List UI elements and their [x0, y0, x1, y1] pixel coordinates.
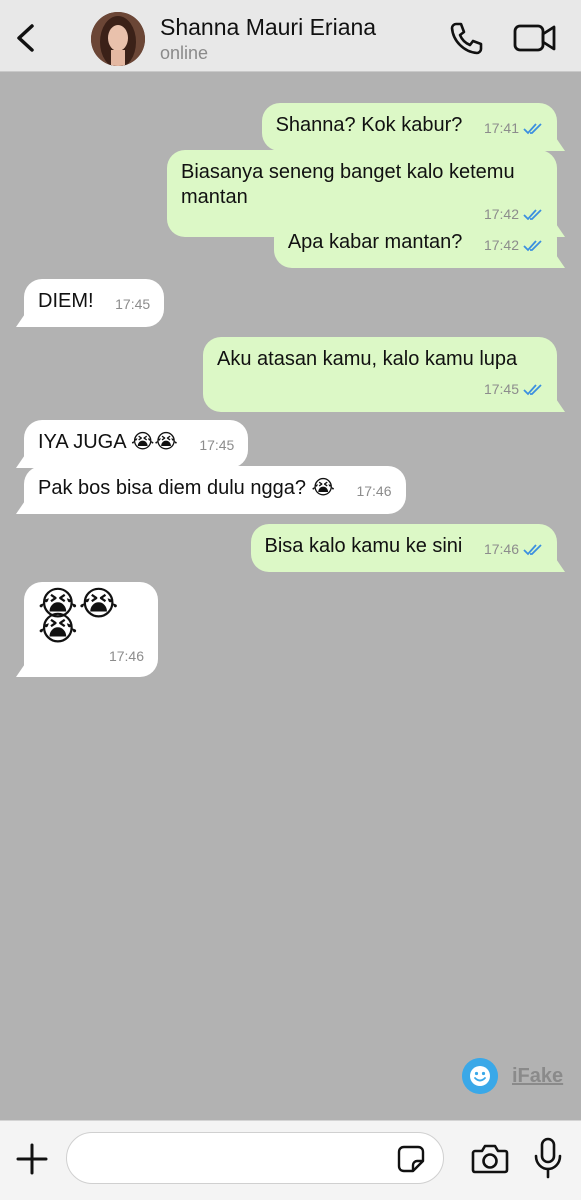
message-text: Apa kabar mantan?	[287, 231, 463, 253]
read-ticks-icon	[523, 383, 542, 395]
message-bubble-outgoing[interactable]: Apa kabar mantan? 17:42	[273, 220, 557, 268]
message-bubble-outgoing[interactable]: Aku atasan kamu, kalo kamu lupa 17:45	[203, 337, 557, 412]
camera-icon[interactable]	[470, 1141, 510, 1177]
message-bubble-outgoing[interactable]: Bisa kalo kamu ke sini 17:46	[250, 524, 557, 572]
read-ticks-icon	[523, 122, 542, 134]
message-text: Shanna? Kok kabur?	[275, 114, 463, 136]
message-text: Pak bos bisa diem dulu ngga? 😭	[38, 477, 335, 499]
message-text: IYA JUGA 😭😭	[38, 431, 178, 453]
ifake-logo-icon	[462, 1058, 498, 1094]
message-meta: 17:46	[356, 479, 391, 504]
message-meta: 17:42	[484, 233, 543, 258]
message-time: 17:45	[199, 437, 235, 453]
message-meta: 17:46	[484, 537, 543, 562]
message-time: 17:46	[356, 483, 392, 499]
message-meta: 17:41	[484, 116, 543, 141]
contact-status: online	[160, 43, 209, 63]
watermark-text: iFake	[512, 1064, 564, 1087]
composer-bar	[0, 1120, 581, 1200]
message-time: 17:45	[483, 381, 519, 397]
message-time: 17:46	[108, 648, 144, 664]
message-time: 17:41	[483, 120, 519, 136]
ifake-watermark: iFake	[462, 1058, 563, 1094]
phone-icon[interactable]	[446, 18, 486, 58]
message-time: 17:42	[483, 237, 519, 253]
message-bubble-incoming[interactable]: 😭😭😭 17:46	[24, 582, 158, 677]
read-ticks-icon	[523, 239, 542, 251]
mic-icon[interactable]	[532, 1137, 564, 1179]
message-time: 17:46	[483, 541, 519, 557]
avatar[interactable]	[91, 12, 145, 66]
message-bubble-incoming[interactable]: DIEM! 17:45	[24, 279, 165, 327]
read-ticks-icon	[523, 208, 542, 220]
chat-header: Shanna Mauri Eriana online	[0, 0, 581, 72]
video-icon[interactable]	[512, 20, 558, 56]
message-meta: 17:45	[199, 433, 234, 458]
contact-name[interactable]: Shanna Mauri Eriana	[160, 14, 376, 41]
chat-area[interactable]: Shanna? Kok kabur? 17:41 Biasanya seneng…	[0, 72, 581, 1120]
message-bubble-incoming[interactable]: IYA JUGA 😭😭 17:45	[24, 420, 249, 468]
message-bubble-incoming[interactable]: Pak bos bisa diem dulu ngga? 😭 17:46	[24, 466, 406, 514]
message-text: Aku atasan kamu, kalo kamu lupa	[217, 348, 518, 370]
read-ticks-icon	[523, 543, 542, 555]
message-text: Bisa kalo kamu ke sini	[264, 535, 463, 557]
message-time: 17:45	[115, 296, 151, 312]
back-icon[interactable]	[8, 18, 42, 58]
sticker-icon[interactable]	[396, 1144, 426, 1174]
message-meta: 17:45	[115, 292, 150, 317]
message-emoji: 😭😭😭	[38, 585, 120, 648]
message-input[interactable]	[66, 1132, 444, 1184]
message-bubble-outgoing[interactable]: Shanna? Kok kabur? 17:41	[261, 103, 557, 151]
message-text: DIEM!	[38, 290, 94, 312]
message-meta: 17:45	[217, 377, 543, 402]
plus-icon[interactable]	[14, 1141, 50, 1177]
